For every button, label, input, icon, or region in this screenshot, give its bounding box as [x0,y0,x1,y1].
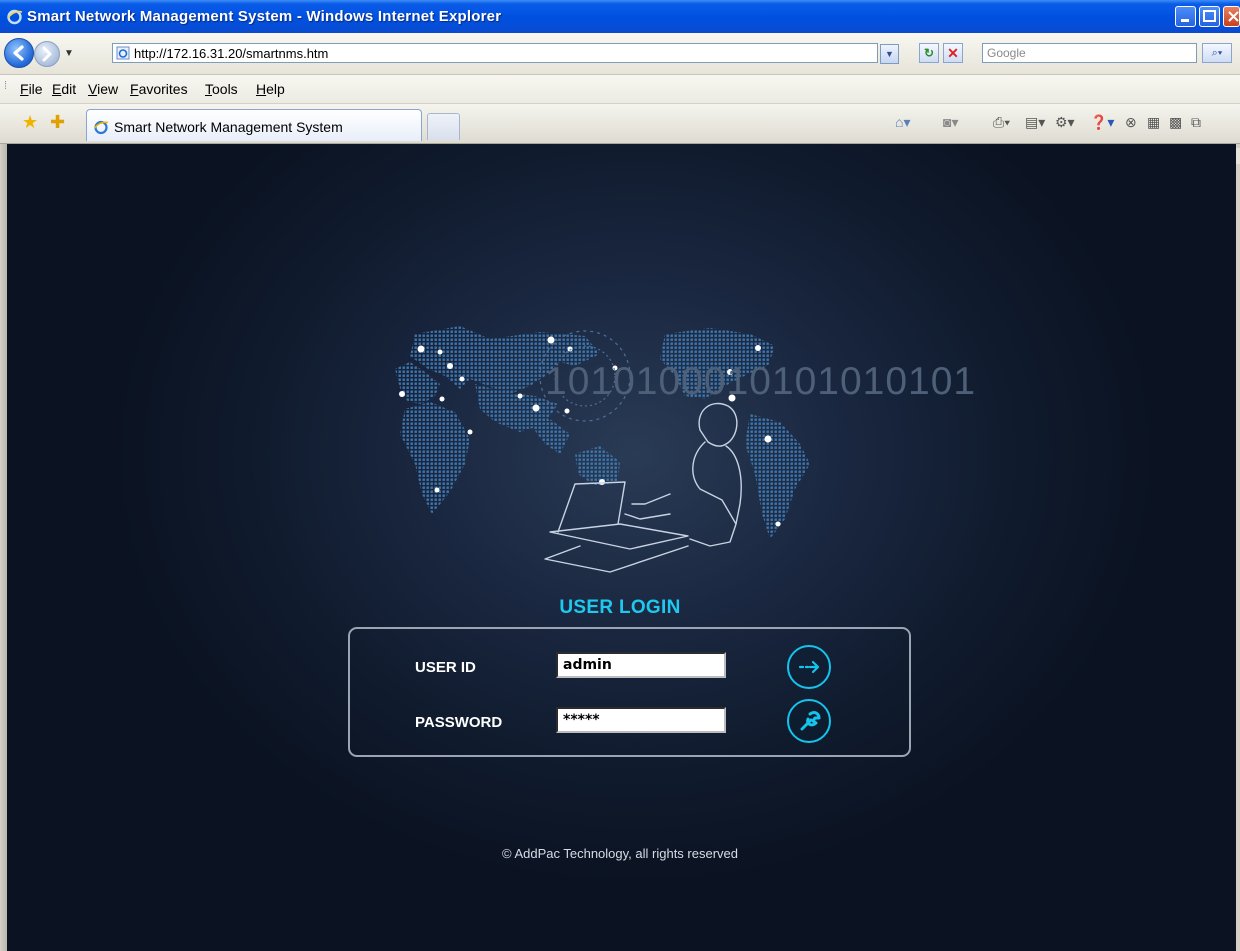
messenger-icon[interactable]: ▦ [1147,114,1160,131]
stop-icon: ✕ [947,45,959,61]
back-arrow-icon [13,45,24,61]
forward-button[interactable] [34,41,60,67]
menu-view[interactable]: View [88,81,118,97]
refresh-button[interactable]: ↻ [919,43,939,63]
user-id-label: USER ID [415,659,476,676]
password-input[interactable] [556,707,726,733]
add-favorite-icon[interactable]: ✚ [50,112,65,133]
tab-bar: ★ ✚ Smart Network Management System ⌂▾ ◙… [0,104,1240,144]
grid-icon[interactable]: ▩ [1169,114,1182,131]
extra-icon[interactable]: ⧉ [1191,114,1201,131]
search-icon: ⌕▾ [1211,47,1223,59]
refresh-icon: ↻ [923,46,935,60]
home-icon[interactable]: ⌂▾ [895,114,910,131]
toolbar-grip-icon: ⁞ [4,80,8,92]
minimize-button[interactable] [1175,6,1196,27]
feeds-icon[interactable]: ◙▾ [943,114,958,131]
search-button[interactable]: ⌕▾ [1202,43,1232,63]
window-left-border [0,144,7,951]
menu-file[interactable]: File [20,81,43,97]
login-button[interactable] [787,645,831,689]
copyright-text: © AddPac Technology, all rights reserved [501,846,738,861]
history-dropdown-icon[interactable]: ▼ [64,48,74,59]
minimize-icon [1181,19,1189,22]
login-panel: USER ID PASSWORD [348,627,911,757]
ie-logo-icon [7,9,23,25]
url-text: http://172.16.31.20/smartnms.htm [134,46,329,61]
scrollbar-thumb[interactable] [1236,148,1240,164]
favorites-center-icon[interactable]: ★ [22,112,38,133]
window-title: Smart Network Management System - Window… [27,8,502,25]
menu-favorites[interactable]: Favorites [130,81,188,97]
tools-gear-icon[interactable]: ⚙▾ [1055,114,1075,131]
new-tab-button[interactable] [427,113,460,140]
user-id-input[interactable] [556,652,726,678]
page-menu-icon[interactable]: ▤▾ [1025,114,1045,131]
page-content: 1010100010101010101 USER LOGIN USER ID P… [0,144,1240,951]
menu-edit[interactable]: Edit [52,81,76,97]
address-field[interactable]: http://172.16.31.20/smartnms.htm ▼ [112,43,899,64]
address-toolbar: ▼ http://172.16.31.20/smartnms.htm ▼ ↻ ✕… [0,33,1240,75]
print-icon[interactable]: ⎙▾ [993,114,1010,131]
wrench-icon [800,711,821,731]
arrow-right-icon [798,660,820,674]
settings-button[interactable] [787,699,831,743]
research-icon[interactable]: ⊗ [1125,114,1137,131]
password-label: PASSWORD [415,714,503,731]
back-button[interactable] [4,38,34,68]
help-icon[interactable]: ❓▾ [1090,114,1114,131]
stop-button[interactable]: ✕ [943,43,963,63]
tab-active[interactable]: Smart Network Management System [86,109,422,141]
ie-logo-icon [93,120,109,135]
close-icon [1228,11,1239,22]
page-icon [116,46,130,60]
login-heading: USER LOGIN [559,597,681,618]
maximize-icon [1203,10,1216,22]
menu-bar: ⁞ File Edit View Favorites Tools Help [0,75,1240,104]
address-dropdown-icon[interactable]: ▼ [880,44,899,64]
menu-help[interactable]: Help [256,81,285,97]
search-input[interactable]: Google [982,43,1197,63]
forward-arrow-icon [42,46,52,62]
binary-decoration: 1010100010101010101 [545,360,977,403]
menu-tools[interactable]: Tools [205,81,238,97]
tab-label: Smart Network Management System [114,119,343,135]
window-titlebar: Smart Network Management System - Window… [0,0,1240,33]
vertical-scrollbar[interactable] [1236,144,1240,951]
maximize-button[interactable] [1199,6,1220,27]
close-button[interactable] [1223,6,1240,27]
world-map-illustration [395,326,810,573]
